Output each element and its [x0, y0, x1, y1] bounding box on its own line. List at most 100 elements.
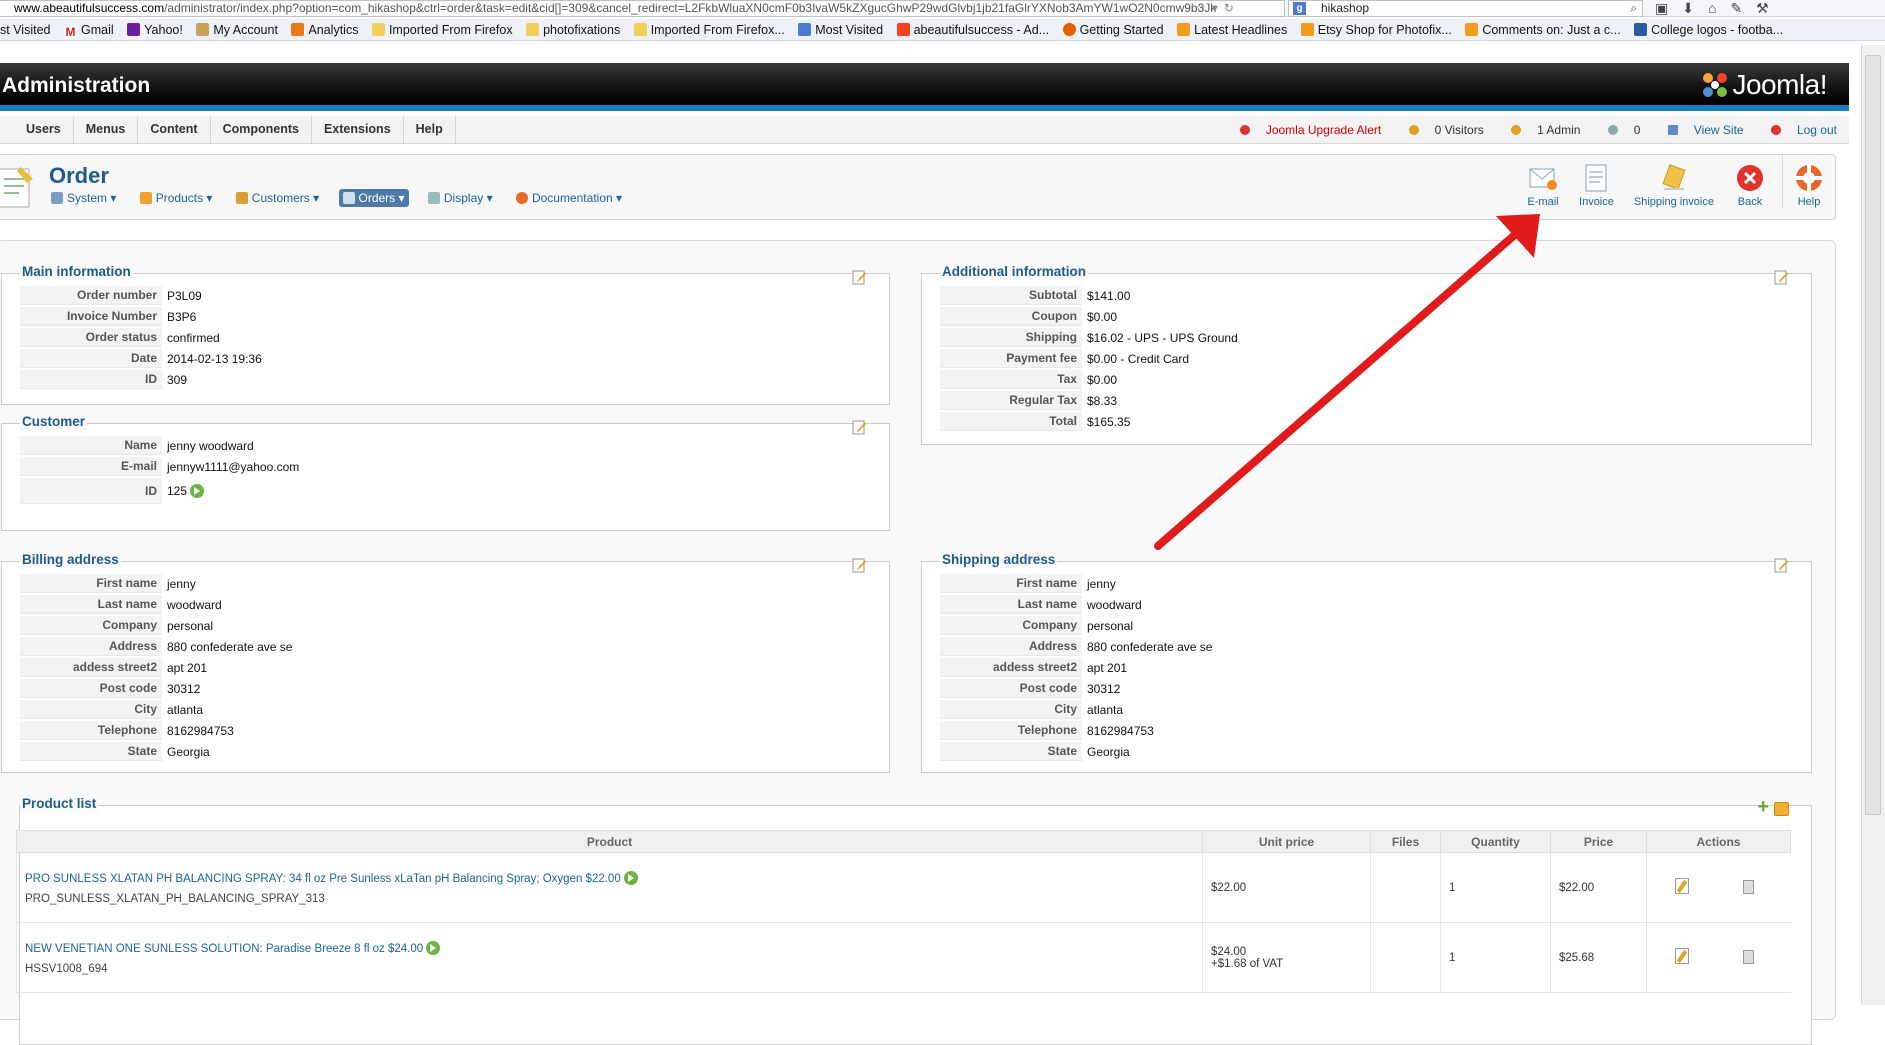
- messages-count[interactable]: 0: [1596, 123, 1640, 137]
- menu-menus[interactable]: Menus: [74, 116, 139, 144]
- table-row: ID 125: [20, 478, 304, 504]
- view-site-link[interactable]: View Site: [1656, 123, 1744, 137]
- edit-icon[interactable]: [851, 269, 867, 285]
- submenu-customers[interactable]: Customers ▾: [232, 189, 323, 207]
- lifebuoy-icon: [1796, 165, 1822, 191]
- vat-note: +$1.68 of VAT: [1211, 957, 1284, 970]
- table-row: Regular Tax $8.33: [940, 391, 1243, 410]
- rss-icon: [1300, 23, 1314, 36]
- url-bar[interactable]: www.abeautifulsuccess.com/administrator/…: [0, 0, 1285, 17]
- bookmark-item[interactable]: Most Visited: [798, 19, 883, 40]
- lifebuoy-icon: [515, 192, 528, 204]
- table-row: E-mail jennyw1111@yahoo.com: [20, 457, 304, 476]
- page-scrollbar[interactable]: [1861, 45, 1885, 1005]
- back-button[interactable]: Back: [1724, 155, 1776, 208]
- download-icon[interactable]: ⬇: [1682, 0, 1708, 16]
- product-box-icon[interactable]: [1774, 802, 1789, 816]
- page-toolbar: Order System ▾ Products ▾ Customers ▾ Or…: [0, 154, 1836, 220]
- shipping-invoice-button[interactable]: Shipping invoice: [1624, 155, 1724, 208]
- reload-icon[interactable]: ↻: [1224, 1, 1240, 15]
- menu-content[interactable]: Content: [138, 116, 211, 144]
- bookmark-item[interactable]: st Visited: [0, 19, 51, 40]
- bookmark-menu-icon[interactable]: ▣: [1655, 0, 1682, 16]
- submenu-documentation[interactable]: Documentation ▾: [512, 189, 626, 207]
- edit-icon[interactable]: [851, 419, 867, 435]
- submenu-system[interactable]: System ▾: [47, 189, 120, 207]
- submenu-products[interactable]: Products ▾: [136, 189, 217, 207]
- table-row: Address 880 confederate ave se: [940, 637, 1217, 656]
- table-row: Invoice Number B3P6: [20, 307, 267, 326]
- table-row: Tax $0.00: [940, 370, 1243, 389]
- home-icon[interactable]: ⌂: [1708, 0, 1730, 16]
- joomla-icon: [896, 23, 910, 36]
- bookmark-item[interactable]: Latest Headlines: [1177, 19, 1287, 40]
- table-row: First name jenny: [940, 574, 1217, 593]
- invoice-button[interactable]: Invoice: [1569, 155, 1624, 208]
- bookmark-item[interactable]: My Account: [196, 19, 278, 40]
- billing-address-panel: Billing address First name jenny Last nam…: [1, 552, 890, 773]
- view-site-icon: [1667, 125, 1678, 135]
- alert-icon: [1239, 125, 1250, 135]
- bookmark-item[interactable]: Getting Started: [1062, 19, 1164, 40]
- bookmark-item[interactable]: College logos - footba...: [1634, 19, 1783, 40]
- orders-icon: [342, 192, 355, 204]
- go-arrow-icon[interactable]: [426, 940, 441, 955]
- bookmark-folder[interactable]: photofixations: [526, 19, 620, 40]
- search-input[interactable]: g hikashop ⌕: [1288, 0, 1643, 17]
- joomla-logo: Joomla!: [1701, 69, 1827, 101]
- bookmark-item[interactable]: Analytics: [291, 19, 358, 40]
- search-icon[interactable]: ⌕: [1630, 1, 1637, 16]
- upgrade-alert[interactable]: Joomla Upgrade Alert: [1228, 123, 1381, 137]
- email-button[interactable]: E-mail: [1517, 155, 1569, 208]
- table-row: Name jenny woodward: [20, 436, 304, 455]
- admin-title: Administration: [2, 74, 151, 97]
- bookmark-folder[interactable]: Imported From Firefox...: [633, 19, 785, 40]
- bookmark-item[interactable]: Comments on: Just a c...: [1465, 19, 1621, 40]
- table-row: State Georgia: [940, 742, 1217, 761]
- edit-icon[interactable]: [1773, 557, 1789, 573]
- cs-icon: [1634, 23, 1648, 36]
- scrollbar-thumb[interactable]: [1865, 55, 1881, 815]
- table-row: City atlanta: [940, 700, 1217, 719]
- submenu-display[interactable]: Display ▾: [424, 189, 497, 207]
- menu-extensions[interactable]: Extensions: [312, 116, 404, 144]
- table-row: Date 2014-02-13 19:36: [20, 349, 267, 368]
- menu-users[interactable]: Users: [0, 116, 74, 144]
- edit-icon[interactable]: [1675, 878, 1689, 894]
- table-row: Address 880 confederate ave se: [20, 637, 297, 656]
- go-arrow-icon[interactable]: [623, 870, 638, 885]
- help-button[interactable]: Help: [1782, 155, 1835, 208]
- table-row: PRO SUNLESS XLATAN PH BALANCING SPRAY: 3…: [16, 852, 1791, 923]
- tools-icon[interactable]: ⚒: [1756, 0, 1783, 16]
- product-link[interactable]: NEW VENETIAN ONE SUNLESS SOLUTION: Parad…: [25, 943, 423, 955]
- edit-icon[interactable]: [1773, 269, 1789, 285]
- url-bar-icons[interactable]: ☆▾↻: [1195, 0, 1240, 16]
- close-icon: [1737, 165, 1763, 191]
- edit-icon[interactable]: [851, 557, 867, 573]
- add-product-icon[interactable]: +: [1757, 797, 1769, 817]
- menu-help[interactable]: Help: [404, 116, 456, 144]
- bookmark-item[interactable]: Etsy Shop for Photofix...: [1300, 19, 1452, 40]
- edit-icon[interactable]: [1675, 948, 1689, 964]
- bookmark-item[interactable]: abeautifulsuccess - Ad...: [896, 19, 1049, 40]
- go-arrow-icon[interactable]: [190, 484, 205, 498]
- product-link[interactable]: PRO SUNLESS XLATAN PH BALANCING SPRAY: 3…: [25, 873, 621, 885]
- bookmark-item[interactable]: M Gmail: [63, 19, 114, 40]
- logout-link[interactable]: Log out: [1759, 123, 1837, 137]
- submenu-orders[interactable]: Orders ▾: [338, 189, 409, 207]
- folder-icon: [526, 23, 540, 36]
- bookmark-item[interactable]: Yahoo!: [127, 19, 183, 40]
- delete-icon[interactable]: [1743, 880, 1754, 894]
- delete-icon[interactable]: [1743, 950, 1754, 964]
- dropdown-icon[interactable]: ▾: [1212, 1, 1224, 15]
- product-list-legend: Product list: [20, 796, 99, 812]
- table-header-row: Product Unit price Files Quantity Price …: [16, 830, 1791, 853]
- menu-components[interactable]: Components: [211, 116, 312, 144]
- logout-icon: [1770, 125, 1781, 135]
- table-row: Last name woodward: [20, 595, 297, 614]
- table-row: Telephone 8162984753: [20, 721, 297, 740]
- addon-icon[interactable]: ✎: [1730, 0, 1756, 16]
- star-icon[interactable]: ☆: [1195, 1, 1212, 15]
- bookmark-folder[interactable]: Imported From Firefox: [371, 19, 513, 40]
- bookmarks-bar: st Visited M Gmail Yahoo! My Account Anal…: [0, 19, 1885, 41]
